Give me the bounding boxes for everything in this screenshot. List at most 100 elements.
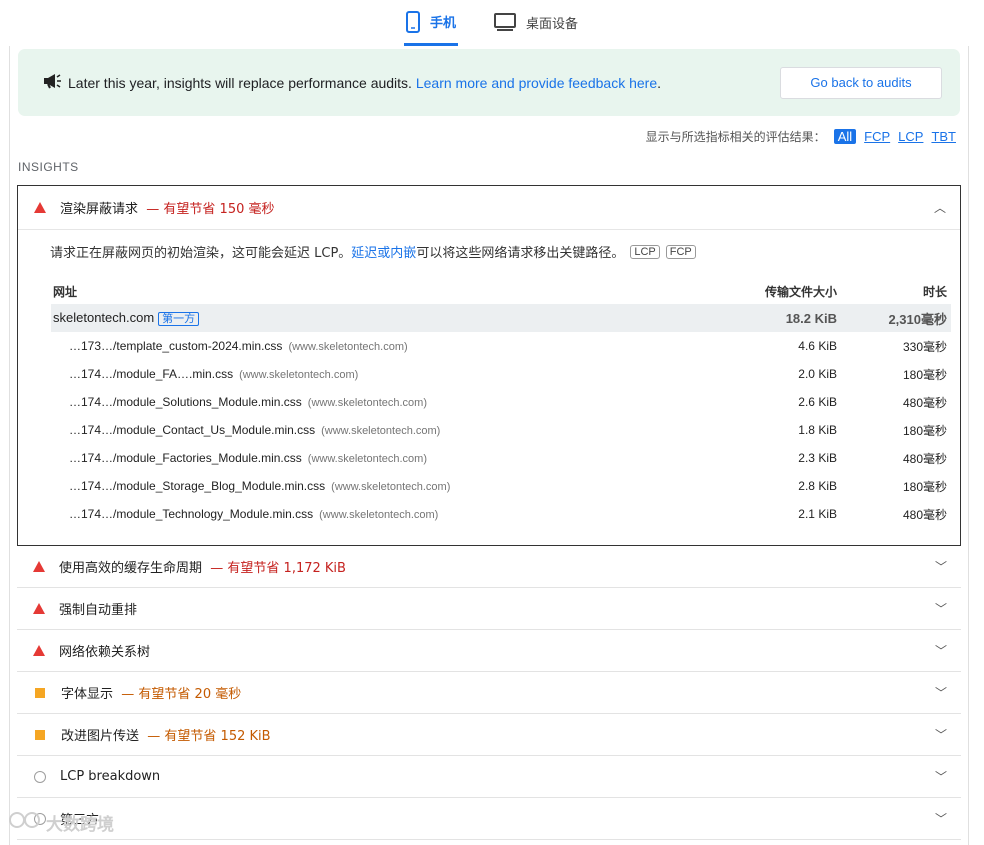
row-url[interactable]: …174…/module_FA….min.css xyxy=(69,367,233,381)
insights-banner: Later this year, insights will replace p… xyxy=(18,49,960,116)
audit-description: 请求正在屏蔽网页的初始渲染，这可能会延迟 LCP。延迟或内嵌可以将这些网络请求移… xyxy=(18,230,960,261)
audit-render-blocking: 渲染屏蔽请求 — 有望节省 150 毫秒 ︿ 请求正在屏蔽网页的初始渲染，这可能… xyxy=(17,185,961,546)
table-row: …174…/module_Solutions_Module.min.css (ww… xyxy=(51,388,951,416)
audit-item[interactable]: 强制自动重排 ﹀ xyxy=(17,588,961,630)
table-group-row: skeletontech.com 第一方 18.2 KiB 2,310毫秒 xyxy=(51,304,951,332)
audit-item[interactable]: 第三方 ﹀ xyxy=(17,798,961,840)
row-duration: 180毫秒 xyxy=(902,479,947,494)
row-size: 1.8 KiB xyxy=(798,423,837,437)
tab-desktop-label: 桌面设备 xyxy=(526,16,579,32)
chevron-down-icon[interactable]: ﹀ xyxy=(935,684,947,701)
row-url[interactable]: …174…/module_Technology_Module.min.css xyxy=(69,507,313,521)
chevron-down-icon[interactable]: ﹀ xyxy=(935,726,947,743)
go-back-to-audits-button[interactable]: Go back to audits xyxy=(780,66,942,99)
audit-item[interactable]: 字体显示 — 有望节省 20 毫秒 ﹀ xyxy=(17,672,961,714)
chevron-down-icon[interactable]: ﹀ xyxy=(935,642,947,659)
fail-triangle-icon xyxy=(33,561,45,572)
table-row: …174…/module_Storage_Blog_Module.min.css… xyxy=(51,472,951,500)
fail-triangle-icon xyxy=(33,645,45,656)
metric-tag-fcp: FCP xyxy=(665,244,696,259)
row-size: 2.8 KiB xyxy=(798,479,837,493)
frame-left-border xyxy=(9,46,10,845)
phone-icon xyxy=(405,10,420,33)
row-duration: 480毫秒 xyxy=(902,395,947,410)
chevron-down-icon[interactable]: ﹀ xyxy=(935,810,947,827)
chevron-down-icon[interactable]: ﹀ xyxy=(935,768,947,785)
table-row: …174…/module_Contact_Us_Module.min.css (w… xyxy=(51,416,951,444)
table-row: …174…/module_FA….min.css (www.skeletontec… xyxy=(51,360,951,388)
row-host: (www.skeletontech.com) xyxy=(307,397,428,409)
first-party-badge: 第一方 xyxy=(158,312,200,326)
watermark-logo-icon xyxy=(8,810,42,835)
row-url[interactable]: …174…/module_Storage_Blog_Module.min.css xyxy=(69,479,325,493)
row-duration: 180毫秒 xyxy=(902,423,947,438)
watermark: 大数跨境 xyxy=(8,810,114,835)
desc-text: 请求正在屏蔽网页的初始渲染，这可能会延迟 LCP。 xyxy=(50,246,352,261)
row-host: (www.skeletontech.com) xyxy=(321,425,441,437)
row-size: 2.3 KiB xyxy=(798,451,837,465)
row-size: 2.1 KiB xyxy=(798,507,837,521)
filter-chip-lcp[interactable]: LCP xyxy=(898,129,923,144)
group-duration: 2,310毫秒 xyxy=(841,304,951,332)
fail-triangle-icon xyxy=(34,202,46,213)
row-duration: 330毫秒 xyxy=(902,339,947,354)
banner-period: . xyxy=(657,74,662,91)
row-url[interactable]: …174…/module_Contact_Us_Module.min.css xyxy=(69,423,315,437)
row-host: (www.skeletontech.com) xyxy=(307,453,427,465)
chevron-down-icon[interactable]: ﹀ xyxy=(935,558,947,575)
row-duration: 480毫秒 xyxy=(902,507,947,522)
row-size: 2.0 KiB xyxy=(798,367,837,381)
filter-chip-all[interactable]: All xyxy=(833,129,857,144)
tab-mobile[interactable]: 手机 xyxy=(403,0,458,46)
audit-item[interactable]: 使用高效的缓存生命周期 — 有望节省 1,172 KiB ﹀ xyxy=(17,546,961,588)
average-square-icon xyxy=(35,687,45,698)
desc-tail: 可以将这些网络请求移出关键路径。 xyxy=(416,246,625,261)
fail-triangle-icon xyxy=(33,603,45,614)
metric-filter: 显示与所选指标相关的评估结果： All FCP LCP TBT xyxy=(646,128,956,145)
section-title: INSIGHTS xyxy=(18,160,79,174)
desktop-icon xyxy=(494,13,516,31)
filter-chip-fcp[interactable]: FCP xyxy=(864,129,890,144)
audit-savings: — 有望节省 1,172 KiB xyxy=(210,561,346,576)
column-size: 传输文件大小 xyxy=(764,284,837,299)
chevron-down-icon[interactable]: ﹀ xyxy=(935,600,947,617)
audit-title: 改进图片传送 xyxy=(61,729,140,744)
filter-chip-tbt[interactable]: TBT xyxy=(931,129,956,144)
group-name: skeletontech.com xyxy=(53,310,155,325)
audit-title: LCP breakdown xyxy=(60,769,161,784)
banner-feedback-link[interactable]: Learn more and provide feedback here xyxy=(416,75,657,91)
row-host: (www.skeletontech.com) xyxy=(319,509,439,521)
audit-title: 强制自动重排 xyxy=(59,603,138,618)
table-row: …173…/template_custom-2024.min.css (www.s… xyxy=(51,332,951,360)
audit-render-blocking-header[interactable]: 渲染屏蔽请求 — 有望节省 150 毫秒 ︿ xyxy=(18,186,960,230)
defer-inline-link[interactable]: 延迟或内嵌 xyxy=(351,246,416,261)
row-host: (www.skeletontech.com) xyxy=(331,481,451,493)
watermark-text: 大数跨境 xyxy=(46,815,114,835)
audit-savings: — 有望节省 152 KiB xyxy=(147,729,271,744)
row-url[interactable]: …173…/template_custom-2024.min.css xyxy=(69,339,282,353)
row-url[interactable]: …174…/module_Solutions_Module.min.css xyxy=(69,395,302,409)
row-size: 2.6 KiB xyxy=(798,395,837,409)
average-square-icon xyxy=(35,729,45,740)
metric-tag-lcp: LCP xyxy=(630,244,660,259)
audit-item[interactable]: 网络依赖关系树 ﹀ xyxy=(17,630,961,672)
audit-title: 使用高效的缓存生命周期 xyxy=(59,561,203,576)
audit-savings: — 有望节省 150 毫秒 xyxy=(146,202,275,217)
row-url[interactable]: …174…/module_Factories_Module.min.css xyxy=(69,451,302,465)
row-duration: 480毫秒 xyxy=(902,451,947,466)
column-duration: 时长 xyxy=(922,284,947,299)
tab-desktop[interactable]: 桌面设备 xyxy=(492,0,580,44)
table-row: …174…/module_Technology_Module.min.css (w… xyxy=(51,500,951,528)
filter-label: 显示与所选指标相关的评估结果： xyxy=(645,130,826,144)
row-size: 4.6 KiB xyxy=(798,339,837,353)
frame-right-border xyxy=(968,46,969,845)
chevron-up-icon[interactable]: ︿ xyxy=(934,199,946,216)
audit-savings: — 有望节省 20 毫秒 xyxy=(121,687,242,702)
row-host: (www.skeletontech.com) xyxy=(239,369,359,381)
audit-title: 字体显示 xyxy=(61,687,114,702)
audit-item[interactable]: LCP breakdown ﹀ xyxy=(17,756,961,798)
row-duration: 180毫秒 xyxy=(902,367,947,382)
audit-item[interactable]: 改进图片传送 — 有望节省 152 KiB ﹀ xyxy=(17,714,961,756)
row-host: (www.skeletontech.com) xyxy=(288,341,408,353)
table-row: …174…/module_Factories_Module.min.css (ww… xyxy=(51,444,951,472)
